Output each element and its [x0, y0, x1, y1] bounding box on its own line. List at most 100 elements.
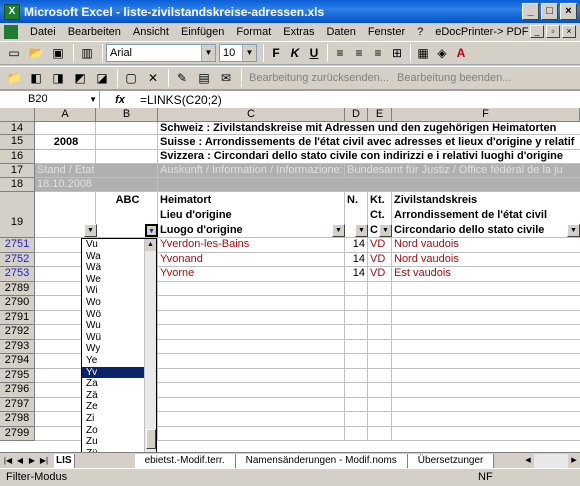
font-color-icon[interactable]: A: [452, 44, 470, 62]
row-header[interactable]: 2793: [0, 339, 35, 354]
cell-heimatort[interactable]: [158, 368, 345, 383]
fx-icon[interactable]: fx: [100, 94, 140, 106]
cell-zivilstandskreis[interactable]: [392, 325, 580, 340]
filter-button-e[interactable]: ▼: [379, 224, 392, 237]
filter-button-c[interactable]: ▼: [332, 224, 345, 237]
cell-canton[interactable]: [368, 281, 392, 296]
comment-icon[interactable]: ▢: [121, 68, 141, 88]
cell-number[interactable]: [345, 325, 368, 340]
row-header[interactable]: 15: [0, 135, 35, 150]
menu-help[interactable]: ?: [411, 26, 429, 38]
first-sheet-icon[interactable]: |◀: [2, 456, 14, 465]
workbook-restore-button[interactable]: ▫: [546, 25, 560, 38]
cell-heimatort[interactable]: [158, 296, 345, 311]
align-left-icon[interactable]: ≡: [331, 44, 349, 62]
menu-einfuegen[interactable]: Einfügen: [175, 26, 230, 38]
italic-button[interactable]: K: [286, 44, 304, 62]
delete-comment-icon[interactable]: ✕: [143, 68, 163, 88]
prev-sheet-icon[interactable]: ◀: [14, 456, 26, 465]
cell-canton[interactable]: [368, 368, 392, 383]
col-header-d[interactable]: D: [345, 108, 368, 122]
cell-canton[interactable]: [368, 383, 392, 398]
cell-number[interactable]: [345, 281, 368, 296]
cell-zivilstandskreis[interactable]: Est vaudois: [392, 267, 580, 282]
cell-heimatort[interactable]: [158, 426, 345, 441]
scroll-right-icon[interactable]: ▶: [568, 454, 580, 468]
col-header-f[interactable]: F: [392, 108, 580, 122]
reviewing-pane-icon[interactable]: ▤: [194, 68, 214, 88]
cell-zivilstandskreis[interactable]: [392, 383, 580, 398]
align-center-icon[interactable]: ≡: [350, 44, 368, 62]
cell-canton[interactable]: [368, 397, 392, 412]
cell-number[interactable]: 14: [345, 267, 368, 282]
cell-zivilstandskreis[interactable]: [392, 296, 580, 311]
cell-number[interactable]: [345, 368, 368, 383]
year-cell[interactable]: 2008: [35, 135, 96, 150]
minimize-button[interactable]: _: [522, 3, 539, 20]
cell-canton[interactable]: [368, 354, 392, 369]
review-icon-3[interactable]: ◩: [70, 68, 90, 88]
menu-format[interactable]: Format: [230, 26, 277, 38]
menu-extras[interactable]: Extras: [277, 26, 320, 38]
cell-zivilstandskreis[interactable]: [392, 369, 580, 383]
cell-heimatort[interactable]: Yvorne: [158, 267, 345, 282]
col-header-c[interactable]: C: [158, 108, 345, 122]
row-header[interactable]: 2796: [0, 383, 35, 398]
font-select[interactable]: Arial ▼: [106, 44, 216, 62]
cell-zivilstandskreis[interactable]: Nord vaudois: [392, 253, 580, 267]
menu-edocprinter[interactable]: eDocPrinter-> PDF: [429, 26, 534, 38]
row-header[interactable]: 14: [0, 122, 35, 135]
cell-heimatort[interactable]: Yvonand: [158, 252, 345, 267]
cell-heimatort[interactable]: [158, 310, 345, 325]
send-icon[interactable]: ✉: [216, 68, 236, 88]
horizontal-scrollbar[interactable]: ◀ ▶: [522, 454, 580, 468]
filter-button-a[interactable]: ▼: [84, 224, 97, 237]
row-header[interactable]: 2790: [0, 296, 35, 311]
row-header[interactable]: 2791: [0, 310, 35, 325]
workbook-minimize-button[interactable]: _: [530, 25, 544, 38]
select-all-corner[interactable]: [0, 108, 35, 122]
filter-button-f[interactable]: ▼: [567, 224, 580, 237]
merge-cells-icon[interactable]: ⊞: [388, 44, 406, 62]
cell-heimatort[interactable]: [158, 339, 345, 354]
filter-button-d[interactable]: ▼: [355, 224, 368, 237]
menu-bearbeiten[interactable]: Bearbeiten: [62, 26, 127, 38]
cell-canton[interactable]: VD: [368, 252, 392, 267]
cell-canton[interactable]: [368, 296, 392, 311]
close-button[interactable]: ×: [560, 3, 577, 20]
sheet-tab-list[interactable]: LIS: [54, 453, 75, 468]
next-sheet-icon[interactable]: ▶: [26, 456, 38, 465]
cell-zivilstandskreis[interactable]: [392, 311, 580, 325]
row-header[interactable]: 2752: [0, 252, 35, 267]
open-icon[interactable]: 📂: [26, 43, 46, 63]
row-header[interactable]: 2794: [0, 354, 35, 369]
cell-zivilstandskreis[interactable]: [392, 282, 580, 296]
cell-heimatort[interactable]: Yverdon-les-Bains: [158, 238, 345, 253]
review-icon-2[interactable]: ◨: [48, 68, 68, 88]
review-icon-4[interactable]: ◪: [92, 68, 112, 88]
cell-canton[interactable]: VD: [368, 267, 392, 282]
borders-icon[interactable]: ▦: [414, 44, 432, 62]
dropdown-scrollbar[interactable]: ▲ ▼: [144, 239, 156, 465]
cell-number[interactable]: [345, 397, 368, 412]
menu-ansicht[interactable]: Ansicht: [127, 26, 175, 38]
cell-number[interactable]: [345, 426, 368, 441]
cell-heimatort[interactable]: [158, 397, 345, 412]
row-header[interactable]: 2797: [0, 397, 35, 412]
row-header[interactable]: 19: [0, 192, 35, 238]
sheet-tab-gebietst[interactable]: ebietst.-Modif.terr.: [134, 453, 236, 468]
cell-canton[interactable]: [368, 325, 392, 340]
menu-datei[interactable]: Datei: [24, 26, 62, 38]
cell-number[interactable]: 14: [345, 252, 368, 267]
cell-heimatort[interactable]: [158, 383, 345, 398]
cell-canton[interactable]: VD: [368, 238, 392, 253]
scroll-left-icon[interactable]: ◀: [522, 454, 534, 468]
row-header[interactable]: 16: [0, 150, 35, 164]
row-header[interactable]: 18: [0, 178, 35, 192]
fill-color-icon[interactable]: ◈: [433, 44, 451, 62]
col-header-a[interactable]: A: [35, 108, 96, 122]
cell-zivilstandskreis[interactable]: [392, 412, 580, 427]
cell-zivilstandskreis[interactable]: Nord vaudois: [392, 238, 580, 253]
menu-daten[interactable]: Daten: [320, 26, 361, 38]
workbook-icon[interactable]: [4, 25, 18, 39]
